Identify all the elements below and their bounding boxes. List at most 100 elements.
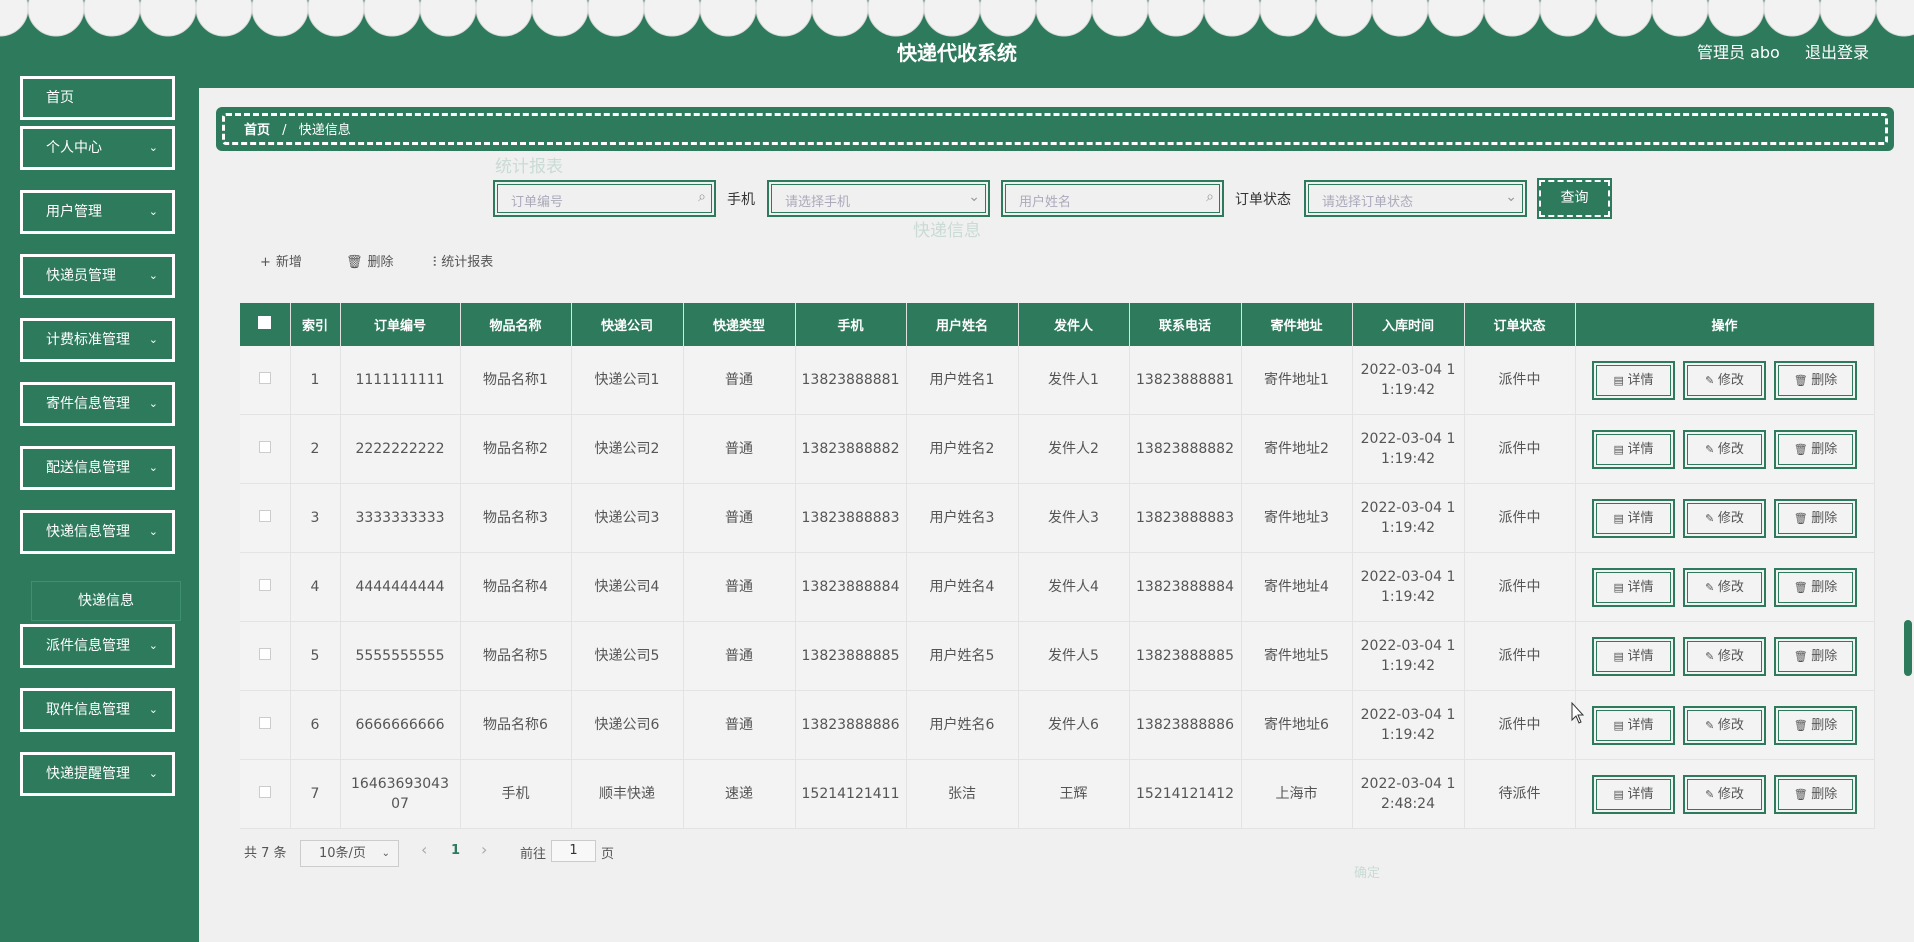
detail-button[interactable]: ▤ 详情 [1592,360,1675,400]
sidebar-item-label: 配送信息管理 [46,460,130,476]
detail-button[interactable]: ▤ 详情 [1592,774,1675,814]
row-checkbox[interactable] [258,441,271,453]
goto-label: 前往 [520,847,547,862]
search-button[interactable]: 查询 [1537,178,1612,219]
column-header: 订单编号 [340,303,461,346]
sidebar-item-label: 寄件信息管理 [46,396,130,412]
delete-row-button[interactable]: 🗑 删除 [1774,498,1857,538]
sidebar-item[interactable]: 快递信息管理 ⌄ [20,510,175,554]
status-select[interactable]: 请选择订单状态 ⌄ [1304,180,1527,217]
action-label: 详情 [1627,786,1654,802]
row-checkbox[interactable] [258,372,271,384]
action-label: 删除 [1811,648,1838,664]
table-cell: 用户姓名2 [906,414,1019,484]
delete-row-button[interactable]: 🗑 删除 [1774,567,1857,607]
app-title: 快递代收系统 [897,41,1017,65]
report-button[interactable]: ⫶ 统计报表 [433,251,493,270]
sidebar-item[interactable]: 用户管理 ⌄ [20,190,175,234]
delete-row-button[interactable]: 🗑 删除 [1774,705,1857,745]
sidebar-subitem-express-info[interactable]: 快递信息 [31,581,181,621]
delete-row-button[interactable]: 🗑 删除 [1774,636,1857,676]
status-label: 订单状态 [1235,192,1291,208]
logout-link[interactable]: 退出登录 [1805,39,1869,63]
report-label: 统计报表 [441,255,494,270]
sidebar-item[interactable]: 取件信息管理 ⌄ [20,688,175,732]
sidebar-item[interactable]: 计费标准管理 ⌄ [20,318,175,362]
delete-row-button[interactable]: 🗑 删除 [1774,774,1857,814]
row-checkbox[interactable] [258,579,271,591]
table-cell: 用户姓名3 [906,483,1019,553]
table-cell: 13823888884 [795,552,907,622]
detail-button[interactable]: ▤ 详情 [1592,498,1675,538]
sidebar-item[interactable]: 派件信息管理 ⌄ [20,624,175,668]
column-header-label: 操作 [1711,319,1738,334]
pagination: 共 7 条 [244,842,287,861]
page-1-button[interactable]: 1 [451,843,460,858]
pencil-icon: ✎ [1705,373,1718,387]
edit-button[interactable]: ✎ 修改 [1683,567,1766,607]
table-cell: 寄件地址4 [1241,552,1353,622]
overlay-confirm-button: 确定 [1354,866,1381,881]
breadcrumb-trail: 首页 / 快递信息 [244,119,351,138]
table-cell: 快递公司5 [571,621,684,691]
sidebar-item[interactable]: 快递提醒管理 ⌄ [20,752,175,796]
add-button[interactable]: + 新增 [260,251,302,270]
breadcrumb-home[interactable]: 首页 [244,123,270,138]
detail-button[interactable]: ▤ 详情 [1592,636,1675,676]
table-cell: 13823888882 [795,414,907,484]
row-actions: ▤ 详情 ✎ 修改 🗑 删除 [1575,552,1875,622]
edit-button[interactable]: ✎ 修改 [1683,705,1766,745]
table-row: 3 3333333333 物品名称3 快递公司3 普通 13823888883 用户姓名3 发… [240,483,1875,553]
trash-icon: 🗑 [1793,442,1812,456]
table-cell: 13823888886 [1129,690,1242,760]
next-page-button[interactable]: › [481,840,487,859]
username-input[interactable]: 用户姓名 ⌕ [1001,180,1224,217]
edit-button[interactable]: ✎ 修改 [1683,498,1766,538]
column-header: 寄件地址 [1241,303,1353,346]
action-label: 删除 [1811,717,1838,733]
row-select-cell [240,621,291,691]
goto-input[interactable]: 1 [551,840,596,862]
sidebar-item[interactable]: 寄件信息管理 ⌄ [20,382,175,426]
detail-button[interactable]: ▤ 详情 [1592,567,1675,607]
detail-button[interactable]: ▤ 详情 [1592,705,1675,745]
table-row: 1 1111111111 物品名称1 快递公司1 普通 13823888881 用户姓名1 发… [240,346,1875,415]
table-cell: 普通 [683,414,796,484]
select-all-checkbox[interactable] [258,316,272,329]
delete-row-button[interactable]: 🗑 删除 [1774,360,1857,400]
phone-select[interactable]: 请选择手机 ⌄ [767,180,990,217]
edit-button[interactable]: ✎ 修改 [1683,429,1766,469]
scrollbar-thumb[interactable] [1904,620,1912,676]
row-select-cell [240,346,291,415]
table-cell: 寄件地址3 [1241,483,1353,553]
table-row: 5 5555555555 物品名称5 快递公司5 普通 13823888885 用户姓名5 发… [240,621,1875,691]
sidebar-item[interactable]: 配送信息管理 ⌄ [20,446,175,490]
delete-button[interactable]: 🗑 删除 [346,251,394,270]
detail-button[interactable]: ▤ 详情 [1592,429,1675,469]
edit-button[interactable]: ✎ 修改 [1683,360,1766,400]
row-actions: ▤ 详情 ✎ 修改 🗑 删除 [1575,621,1875,691]
sidebar-item[interactable]: 个人中心 ⌄ [20,126,175,170]
table-cell: 2022-03-04 1 1:19:42 [1352,690,1465,760]
table-cell: 13823888884 [1129,552,1242,622]
row-checkbox[interactable] [258,786,271,798]
row-checkbox[interactable] [258,510,271,522]
prev-page-button[interactable]: ‹ [421,840,427,859]
table-cell: 发件人3 [1018,483,1130,553]
column-header: 索引 [290,303,341,346]
sidebar-item[interactable]: 快递员管理 ⌄ [20,254,175,298]
table-cell: 13823888885 [1129,621,1242,691]
column-header-label: 联系电话 [1158,319,1211,334]
row-checkbox[interactable] [258,717,271,729]
column-header[interactable] [240,303,291,346]
column-header: 联系电话 [1129,303,1242,346]
edit-button[interactable]: ✎ 修改 [1683,774,1766,814]
overlay-chart-title: 快递信息 [913,221,981,241]
edit-button[interactable]: ✎ 修改 [1683,636,1766,676]
table-cell: 16463693043 07 [340,759,461,829]
row-checkbox[interactable] [258,648,271,660]
delete-row-button[interactable]: 🗑 删除 [1774,429,1857,469]
sidebar-item[interactable]: 首页 [20,76,175,120]
order-no-input[interactable]: 订单编号 ⌕ [493,180,716,217]
page-size-select[interactable]: 10条/页 ⌄ [300,840,399,867]
